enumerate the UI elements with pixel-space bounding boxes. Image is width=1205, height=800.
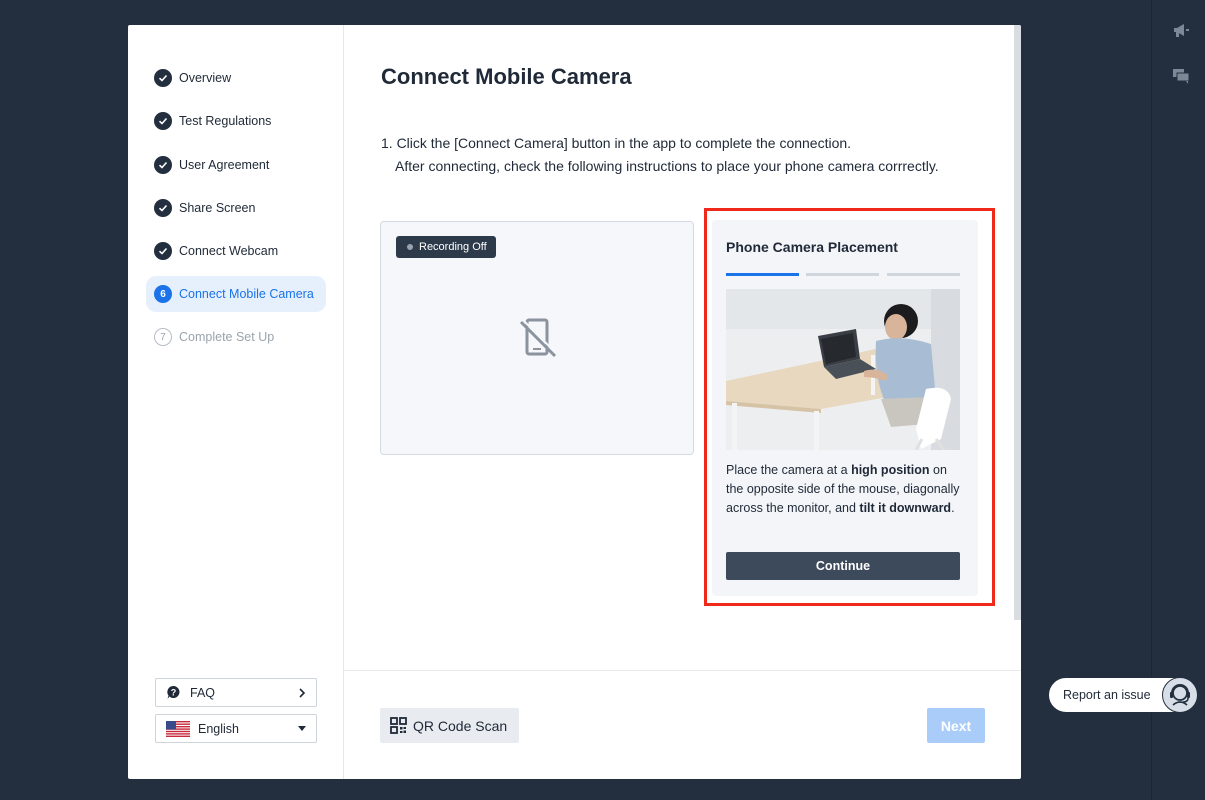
step-label: Share Screen	[179, 201, 256, 215]
desc-text: .	[951, 501, 955, 515]
faq-button[interactable]: ? FAQ	[155, 678, 317, 707]
step-number-badge: 6	[154, 285, 172, 303]
step-label: User Agreement	[179, 158, 270, 172]
help-bubble-icon: ?	[167, 685, 180, 699]
phone-off-icon	[519, 318, 557, 358]
continue-button[interactable]: Continue	[726, 552, 960, 580]
placement-description: Place the camera at a high position on t…	[726, 461, 964, 518]
instruction-line-1: 1. Click the [Connect Camera] button in …	[381, 135, 852, 151]
step-label: Test Regulations	[179, 114, 272, 128]
content-scrollbar[interactable]	[1014, 25, 1021, 620]
chat-icon[interactable]	[1172, 67, 1190, 85]
check-icon	[154, 199, 172, 217]
step-user-agreement[interactable]: User Agreement	[146, 147, 326, 183]
language-select[interactable]: English	[155, 714, 317, 743]
report-label: Report an issue	[1063, 688, 1151, 702]
setup-modal: Overview Test Regulations User Agreement…	[128, 25, 1021, 779]
step-label: Overview	[179, 71, 232, 85]
step-number-badge: 7	[154, 328, 172, 346]
card-title: Phone Camera Placement	[726, 239, 898, 255]
desc-emphasis: high position	[851, 463, 930, 477]
step-connect-mobile-camera[interactable]: 6 Connect Mobile Camera	[146, 276, 326, 312]
progress-segment-3	[887, 273, 960, 276]
qr-label: QR Code Scan	[413, 717, 508, 734]
instructions: 1. Click the [Connect Camera] button in …	[381, 132, 941, 178]
next-button[interactable]: Next	[927, 708, 985, 743]
recording-status-badge: Recording Off	[396, 236, 496, 258]
step-label: Connect Mobile Camera	[179, 287, 314, 301]
step-share-screen[interactable]: Share Screen	[146, 190, 326, 226]
chevron-right-icon	[298, 687, 306, 698]
announcement-icon[interactable]	[1172, 21, 1190, 39]
caret-down-icon	[298, 726, 306, 731]
check-icon	[154, 242, 172, 260]
qr-code-icon	[390, 717, 407, 734]
progress-segment-1	[726, 273, 799, 276]
desc-text: Place the camera at a	[726, 463, 852, 477]
step-label: Complete Set Up	[179, 330, 275, 344]
us-flag-icon	[166, 720, 190, 737]
check-icon	[154, 156, 172, 174]
support-agent-icon[interactable]	[1162, 677, 1198, 713]
page-title: Connect Mobile Camera	[381, 64, 632, 89]
recording-status: Recording Off	[419, 241, 487, 253]
svg-text:?: ?	[171, 688, 177, 698]
step-test-regulations[interactable]: Test Regulations	[146, 103, 326, 139]
main-content: Connect Mobile Camera 1. Click the [Conn…	[344, 25, 1021, 779]
step-connect-webcam[interactable]: Connect Webcam	[146, 233, 326, 269]
desc-emphasis: tilt it downward	[859, 501, 952, 515]
progress-segment-2	[806, 273, 879, 276]
step-label: Connect Webcam	[179, 244, 279, 258]
status-dot-icon	[407, 244, 413, 250]
step-overview[interactable]: Overview	[146, 60, 326, 96]
instruction-line-2: After connecting, check the following in…	[395, 158, 939, 174]
footer-divider	[344, 670, 1021, 671]
placement-example-photo	[726, 289, 960, 450]
setup-steps-sidebar: Overview Test Regulations User Agreement…	[128, 25, 344, 779]
qr-code-scan-button[interactable]: QR Code Scan	[380, 708, 519, 743]
check-icon	[154, 69, 172, 87]
phone-placement-card: Phone Camera Placement Place the camera …	[712, 220, 978, 596]
check-icon	[154, 112, 172, 130]
faq-label: FAQ	[190, 685, 216, 700]
language-label: English	[198, 721, 239, 736]
step-complete-set-up[interactable]: 7 Complete Set Up	[146, 319, 326, 355]
mobile-camera-preview: Recording Off	[380, 221, 694, 455]
